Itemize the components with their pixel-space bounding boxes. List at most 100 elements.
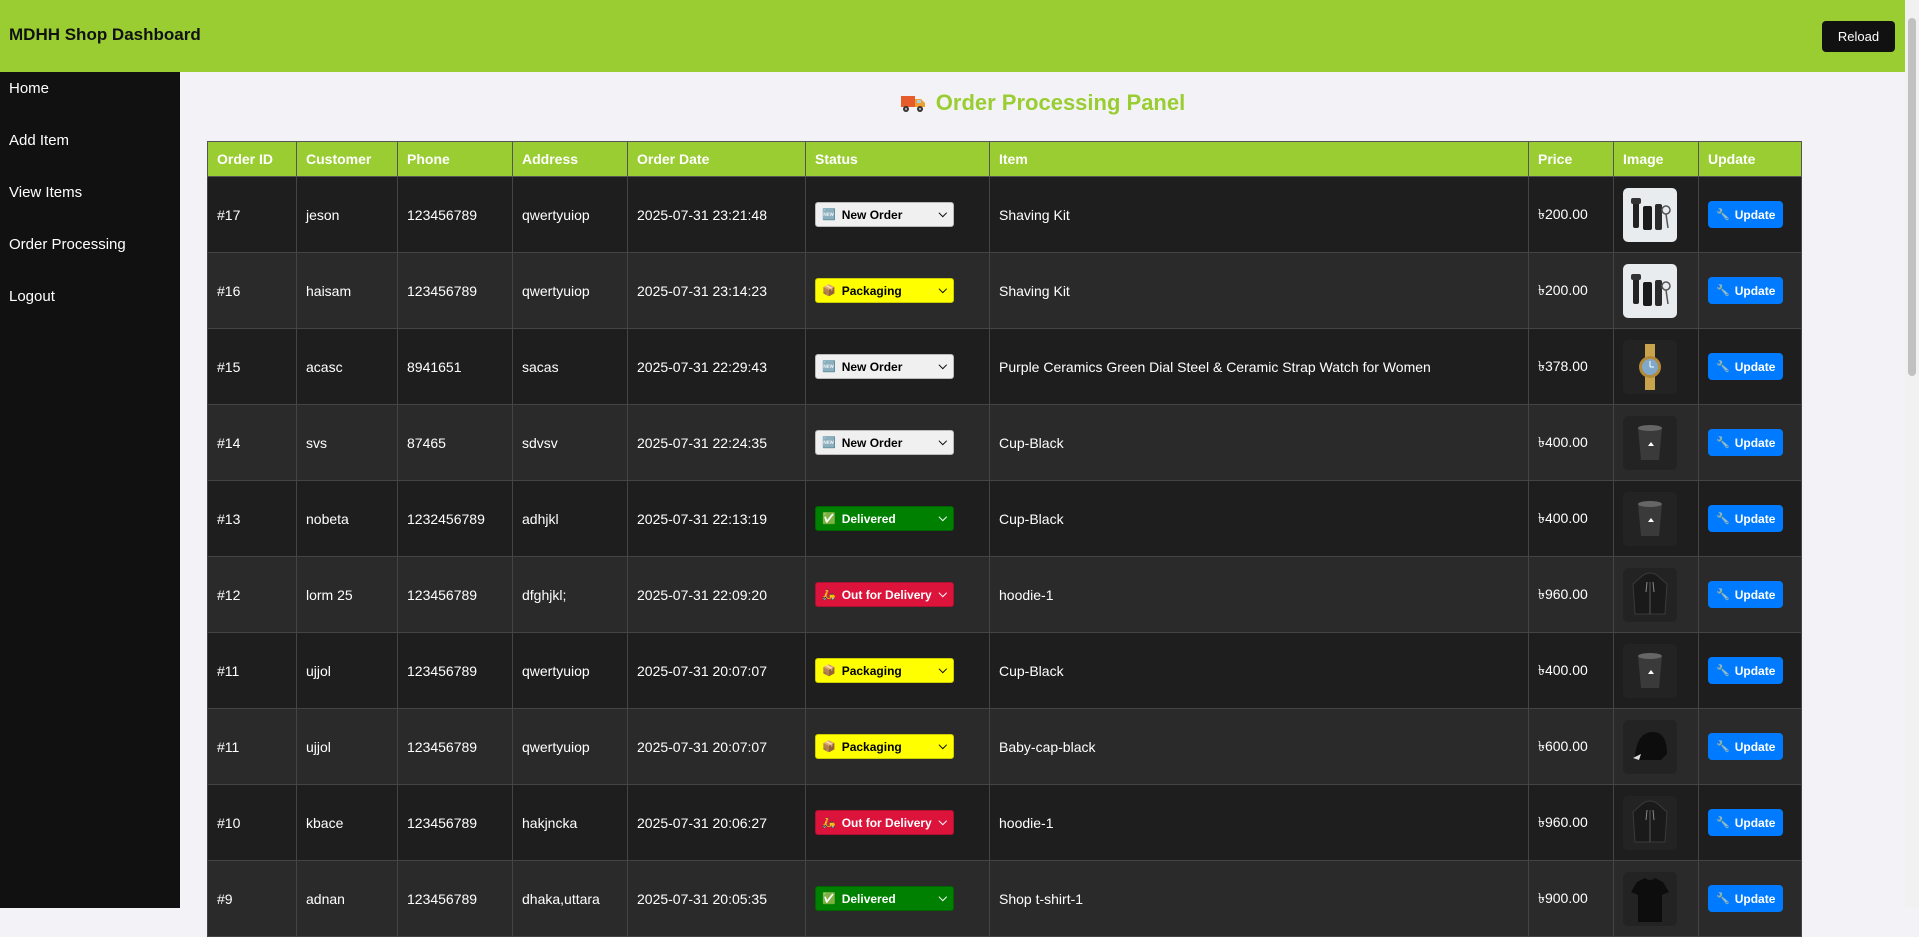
update-label: Update [1734,511,1776,526]
status-cell: 🛵 Out for Delivery ⌵ [805,784,990,861]
order-date: 2025-07-31 20:06:27 [627,784,806,861]
update-label: Update [1734,587,1776,602]
order-id: #15 [207,328,297,405]
status-select[interactable]: 📦 Packaging ⌵ [815,734,954,759]
item-name: Purple Ceramics Green Dial Steel & Ceram… [989,328,1529,405]
update-button[interactable]: 🔧 Update [1708,429,1784,456]
chevron-down-icon: ⌵ [938,740,947,752]
status-label: Packaging [841,283,902,298]
update-cell: 🔧 Update [1698,404,1802,481]
update-cell: 🔧 Update [1698,480,1802,557]
chevron-down-icon: ⌵ [938,892,947,904]
customer-name: kbace [296,784,398,861]
status-select[interactable]: 🆕 New Order ⌵ [815,354,954,379]
hoodie-image [1623,567,1677,622]
table-row: #16 haisam 123456789 qwertyuiop 2025-07-31 2… [207,252,1802,329]
image-cell [1613,556,1699,633]
item-price: ৳400.00 [1528,480,1614,557]
status-select[interactable]: ✅ Delivered ⌵ [815,506,954,531]
status-select[interactable]: 🛵 Out for Delivery ⌵ [815,810,954,835]
col-status: Status [805,141,990,177]
order-id: #12 [207,556,297,633]
chevron-down-icon: ⌵ [938,284,947,296]
status-label: Out for Delivery [841,815,932,830]
item-price: ৳400.00 [1528,404,1614,481]
reload-button[interactable]: Reload [1822,21,1895,52]
customer-phone: 123456789 [397,556,513,633]
item-name: hoodie-1 [989,556,1529,633]
status-select[interactable]: ✅ Delivered ⌵ [815,886,954,911]
update-label: Update [1734,283,1776,298]
order-id: #10 [207,784,297,861]
customer-address: dhaka,uttara [512,860,628,937]
update-button[interactable]: 🔧 Update [1708,657,1784,684]
status-label: Packaging [841,663,902,678]
sidebar-item-view-items[interactable]: View Items [0,176,180,228]
item-name: Cup-Black [989,632,1529,709]
order-id: #9 [207,860,297,937]
status-icon: 🆕 [822,209,836,221]
cup-image [1623,491,1677,546]
col-phone: Phone [397,141,513,177]
order-date: 2025-07-31 20:07:07 [627,708,806,785]
chevron-down-icon: ⌵ [938,360,947,372]
status-icon: 🛵 [822,817,836,829]
customer-phone: 123456789 [397,860,513,937]
watch-image [1623,339,1677,394]
update-button[interactable]: 🔧 Update [1708,581,1784,608]
update-button[interactable]: 🔧 Update [1708,733,1784,760]
customer-address: sacas [512,328,628,405]
customer-address: qwertyuiop [512,252,628,329]
wrench-icon: 🔧 [1716,513,1730,525]
order-id: #14 [207,404,297,481]
status-select[interactable]: 📦 Packaging ⌵ [815,278,954,303]
customer-phone: 123456789 [397,252,513,329]
item-name: Cup-Black [989,404,1529,481]
status-select[interactable]: 🆕 New Order ⌵ [815,202,954,227]
update-button[interactable]: 🔧 Update [1708,201,1784,228]
order-date: 2025-07-31 20:07:07 [627,632,806,709]
order-date: 2025-07-31 23:21:48 [627,176,806,253]
status-icon: 🛵 [822,589,836,601]
status-cell: ✅ Delivered ⌵ [805,480,990,557]
update-button[interactable]: 🔧 Update [1708,277,1784,304]
update-cell: 🔧 Update [1698,708,1802,785]
update-button[interactable]: 🔧 Update [1708,353,1784,380]
sidebar-item-home[interactable]: Home [0,72,180,124]
sidebar-item-order-processing[interactable]: Order Processing [0,228,180,280]
order-date: 2025-07-31 20:05:35 [627,860,806,937]
order-id: #13 [207,480,297,557]
status-label: New Order [841,207,903,222]
status-label: New Order [841,359,903,374]
sidebar-item-logout[interactable]: Logout [0,280,180,332]
item-name: Shaving Kit [989,252,1529,329]
status-select[interactable]: 🛵 Out for Delivery ⌵ [815,582,954,607]
scroll-thumb[interactable] [1908,18,1916,376]
status-icon: 📦 [822,665,836,677]
top-bar: MDHH Shop Dashboard Reload [0,0,1919,72]
status-icon: 🆕 [822,437,836,449]
update-label: Update [1734,207,1776,222]
table-row: #14 svs 87465 sdvsv 2025-07-31 22:24:35 🆕 New … [207,404,1802,481]
customer-address: sdvsv [512,404,628,481]
customer-name: svs [296,404,398,481]
status-select[interactable]: 🆕 New Order ⌵ [815,430,954,455]
status-cell: 🆕 New Order ⌵ [805,176,990,253]
update-cell: 🔧 Update [1698,860,1802,937]
update-button[interactable]: 🔧 Update [1708,505,1784,532]
status-icon: 📦 [822,741,836,753]
col-order-id: Order ID [207,141,297,177]
status-icon: 🆕 [822,361,836,373]
scrollbar[interactable] [1905,0,1919,908]
sidebar-item-add-item[interactable]: Add Item [0,124,180,176]
status-select[interactable]: 📦 Packaging ⌵ [815,658,954,683]
image-cell [1613,176,1699,253]
table-row: #11 ujjol 123456789 qwertyuiop 2025-07-31 20… [207,708,1802,785]
chevron-down-icon: ⌵ [938,512,947,524]
status-cell: 🛵 Out for Delivery ⌵ [805,556,990,633]
wrench-icon: 🔧 [1716,285,1730,297]
truck-icon [900,93,926,119]
sidebar: Home Add Item View Items Order Processin… [0,72,180,908]
update-button[interactable]: 🔧 Update [1708,809,1784,836]
customer-address: qwertyuiop [512,176,628,253]
